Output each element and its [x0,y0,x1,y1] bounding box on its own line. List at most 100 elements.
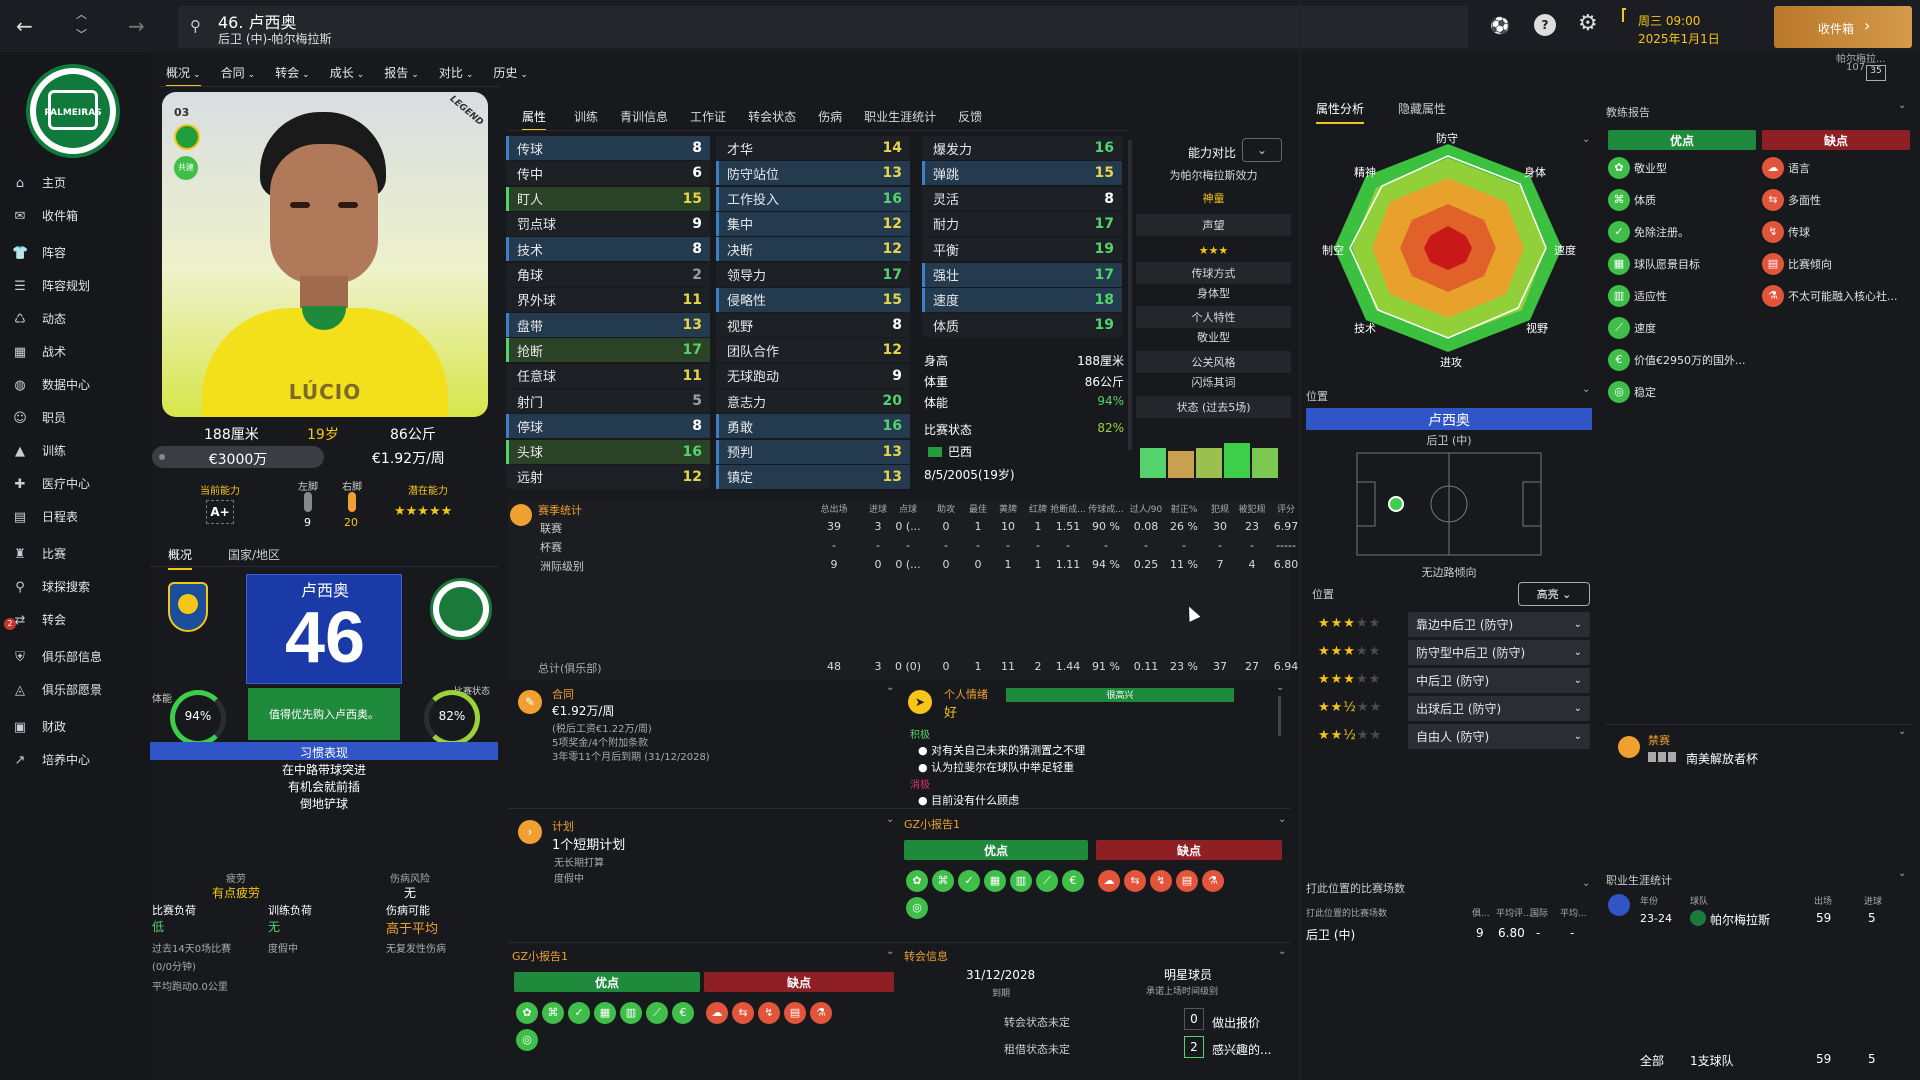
coach-pro-item[interactable]: ◎ 稳定 [1608,376,1758,408]
back-arrow-icon[interactable]: ← [16,14,33,38]
sidebar-item-11[interactable]: ♜ 比赛 [0,537,150,570]
tab-attribute-analysis[interactable]: 属性分析 [1316,100,1365,124]
analysis-expand-icon[interactable]: ⌄ [1582,134,1590,145]
gz-left-expand-icon[interactable]: ⌄ [886,946,894,957]
tools-icon[interactable]: ▥ [620,1002,642,1024]
interested-clubs-button[interactable]: 感兴趣的... [1212,1041,1271,1058]
chevron-down-icon[interactable]: ﹀ [76,26,87,42]
sidebar-item-13[interactable]: ⇄ 转会 [0,603,150,636]
sidebar-item-3[interactable]: ☰ 阵容规划 [0,269,150,302]
tab-hidden-attributes[interactable]: 隐藏属性 [1398,100,1446,117]
attribute-row[interactable]: 视野 8 [716,313,910,338]
coach-pro-item[interactable]: ✓ 免除注册。 [1608,216,1758,248]
mood-title[interactable]: 个人情绪 [944,686,988,702]
plan-icon[interactable]: ✓ [958,870,980,892]
sidebar-item-8[interactable]: ▲ 训练 [0,434,150,467]
attribute-row[interactable]: 防守站位 13 [716,161,910,186]
attribute-row[interactable]: 耐力 17 [922,211,1122,236]
attribute-row[interactable]: 传中 6 [506,161,710,186]
plan-expand-icon[interactable]: ⌄ [886,814,894,825]
attribute-row[interactable]: 弹跳 15 [922,161,1122,186]
mood-scrollbar[interactable] [1278,696,1281,736]
versatility-icon[interactable]: ⇆ [732,1002,754,1024]
attribute-row[interactable]: 盯人 15 [506,186,710,211]
forward-arrow-icon[interactable]: → [128,14,145,38]
sidebar-item-6[interactable]: ◍ 数据中心 [0,368,150,401]
game-icon[interactable]: ⚽ [1490,16,1510,35]
menu-3[interactable]: 成长 ⌄ [330,64,365,81]
attribute-row[interactable]: 侵略性 15 [716,287,910,312]
search-bar[interactable]: ⚲ 46. 卢西奥 后卫 (中)-帕尔梅拉斯 [178,6,1468,48]
sidebar-item-5[interactable]: ▦ 战术 [0,335,150,368]
chevron-up-icon[interactable]: ︿ [76,6,87,22]
attribute-row[interactable]: 意志力 20 [716,389,910,413]
sidebar-item-2[interactable]: 👕 阵容 [0,236,150,269]
attribute-row[interactable]: 领导力 17 [716,262,910,287]
sidebar-item-1[interactable]: ✉ 收件箱 [0,199,150,232]
help-icon[interactable]: ? [1534,14,1556,36]
coach-pro-item[interactable]: € 价值€2950万的国外... [1608,344,1758,376]
position-expand-icon[interactable]: ⌄ [1582,384,1590,395]
coach-con-item[interactable]: ⇆ 多面性 [1762,184,1912,216]
attribute-row[interactable]: 决断 12 [716,237,910,262]
attribute-row[interactable]: 爆发力 16 [922,136,1122,160]
brain-icon[interactable]: ✿ [906,870,928,892]
attribute-row[interactable]: 灵活 8 [922,186,1122,211]
attribute-row[interactable]: 才华 14 [716,136,910,160]
brain-icon[interactable]: ✿ [516,1002,538,1024]
plan-title[interactable]: 计划 [552,818,574,834]
sidebar-item-0[interactable]: ⌂ 主页 [0,166,150,199]
coin-icon[interactable]: € [672,1002,694,1024]
sidebar-item-4[interactable]: ♺ 动态 [0,302,150,335]
menu-0[interactable]: 概况 ⌄ [166,64,201,87]
club-logo[interactable]: PALMEIRAS [26,64,120,158]
attribute-row[interactable]: 技术 8 [506,237,710,262]
career-team[interactable]: 帕尔梅拉斯 [1710,911,1770,928]
dna-icon[interactable]: ⌘ [542,1002,564,1024]
continue-button[interactable]: 收件箱 › [1774,6,1912,48]
pass-icon[interactable]: ↯ [758,1002,780,1024]
subtab-nation[interactable]: 国家/地区 [228,546,280,563]
plan-icon[interactable]: ✓ [568,1002,590,1024]
attribute-row[interactable]: 集中 12 [716,211,910,236]
role-dropdown[interactable]: 靠边中后卫 (防守) ⌄ [1408,612,1590,637]
stats-row[interactable]: 联赛 39 3 0 (... 0 1 10 1 1.51 90 % 0.08 26 % 30 23 6.97 [508,518,1298,537]
gear-icon[interactable]: ⚙ [1578,11,1598,36]
coach-pro-item[interactable]: ✿ 敬业型 [1608,152,1758,184]
coach-pro-item[interactable]: ▦ 球队愿景目标 [1608,248,1758,280]
career-expand-icon[interactable]: ⌄ [1898,868,1906,879]
gz-left-title[interactable]: GZ小报告1 [512,948,568,964]
goal-icon[interactable]: ▦ [594,1002,616,1024]
tab-7[interactable]: 反馈 [958,108,982,125]
attribute-row[interactable]: 平衡 19 [922,237,1122,262]
speed-icon[interactable]: ⟋ [1036,870,1058,892]
sidebar-item-16[interactable]: ▣ 财政 [0,710,150,743]
tab-4[interactable]: 转会状态 [748,108,796,125]
apps-expand-icon[interactable]: ⌄ [1582,878,1590,889]
goal-icon[interactable]: ▦ [984,870,1006,892]
stats-row[interactable]: 杯赛 - - - - - - - - - - - - - ----- [508,537,1296,556]
role-dropdown[interactable]: 中后卫 (防守) ⌄ [1408,668,1590,693]
position-list-title[interactable]: 位置 [1312,586,1334,602]
dna-icon[interactable]: ⌘ [932,870,954,892]
stability-icon[interactable]: ◎ [516,1029,538,1051]
make-offer-button[interactable]: 做出报价 [1212,1014,1260,1031]
attribute-row[interactable]: 工作投入 16 [716,186,910,211]
role-dropdown[interactable]: 防守型中后卫 (防守) ⌄ [1408,640,1590,665]
coach-expand-icon[interactable]: ⌄ [1898,100,1906,111]
attribute-row[interactable]: 体质 19 [922,313,1122,338]
attribute-row[interactable]: 射门 5 [506,389,710,413]
speed-icon[interactable]: ⟋ [646,1002,668,1024]
sidebar-item-10[interactable]: ▤ 日程表 [0,500,150,533]
menu-1[interactable]: 合同 ⌄ [221,64,256,81]
attribute-row[interactable]: 团队合作 12 [716,338,910,363]
attribute-row[interactable]: 罚点球 9 [506,211,710,236]
language-icon[interactable]: ☁ [706,1002,728,1024]
attribute-row[interactable]: 速度 18 [922,287,1122,312]
sidebar-item-12[interactable]: ⚲ 球探搜索 [0,570,150,603]
coach-con-item[interactable]: ☁ 语言 [1762,152,1912,184]
coach-pro-item[interactable]: ⟋ 速度 [1608,312,1758,344]
attribute-row[interactable]: 停球 8 [506,414,710,439]
transfer-title[interactable]: 转会信息 [904,948,948,964]
menu-5[interactable]: 对比 ⌄ [439,64,474,81]
